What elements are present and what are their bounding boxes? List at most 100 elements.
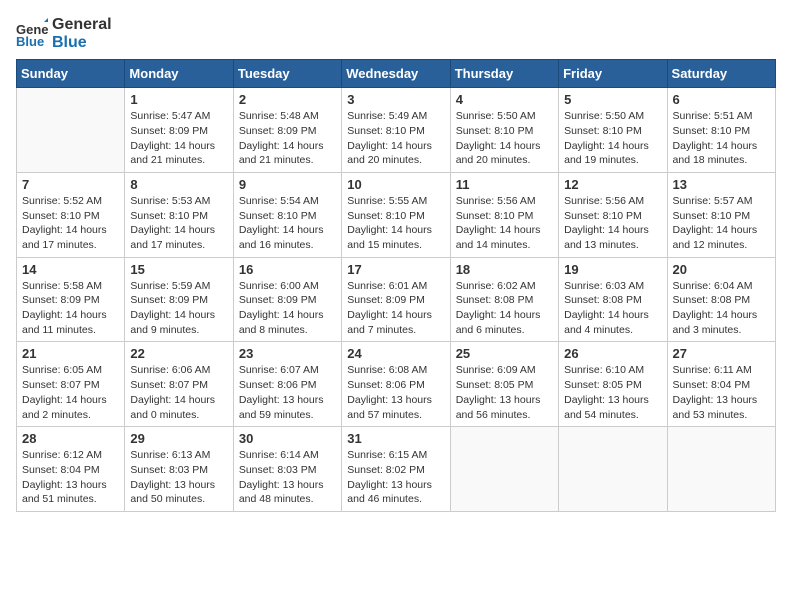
day-info: Sunrise: 6:09 AM Sunset: 8:05 PM Dayligh… [456, 363, 553, 422]
calendar-cell: 3 Sunrise: 5:49 AM Sunset: 8:10 PM Daylig… [342, 88, 450, 173]
calendar-week-row: 1Sunrise: 5:47 AM Sunset: 8:09 PM Daylig… [17, 88, 776, 173]
day-number: 4 [456, 92, 553, 107]
calendar-week-row: 28Sunrise: 6:12 AM Sunset: 8:04 PM Dayli… [17, 427, 776, 512]
day-info: Sunrise: 5:49 AM Sunset: 8:10 PM Dayligh… [347, 109, 444, 168]
day-info: Sunrise: 5:48 AM Sunset: 8:09 PM Dayligh… [239, 109, 336, 168]
day-number: 13 [673, 177, 770, 192]
weekday-header-friday: Friday [559, 60, 667, 88]
calendar-cell: 12 Sunrise: 5:56 AM Sunset: 8:10 PM Dayli… [559, 172, 667, 257]
calendar-cell: 1Sunrise: 5:47 AM Sunset: 8:09 PM Daylig… [125, 88, 233, 173]
day-number: 25 [456, 346, 553, 361]
day-number: 20 [673, 262, 770, 277]
calendar-cell: 11 Sunrise: 5:56 AM Sunset: 8:10 PM Dayli… [450, 172, 558, 257]
day-info: Sunrise: 6:01 AM Sunset: 8:09 PM Dayligh… [347, 279, 444, 338]
calendar-cell: 8 Sunrise: 5:53 AM Sunset: 8:10 PM Daylig… [125, 172, 233, 257]
day-info: Sunrise: 5:56 AM Sunset: 8:10 PM Dayligh… [564, 194, 661, 253]
weekday-header-sunday: Sunday [17, 60, 125, 88]
day-number: 16 [239, 262, 336, 277]
calendar-cell: 16 Sunrise: 6:00 AM Sunset: 8:09 PM Dayli… [233, 257, 341, 342]
day-info: Sunrise: 5:56 AM Sunset: 8:10 PM Dayligh… [456, 194, 553, 253]
weekday-header-monday: Monday [125, 60, 233, 88]
weekday-header-tuesday: Tuesday [233, 60, 341, 88]
day-info: Sunrise: 6:02 AM Sunset: 8:08 PM Dayligh… [456, 279, 553, 338]
day-info: Sunrise: 5:55 AM Sunset: 8:10 PM Dayligh… [347, 194, 444, 253]
day-info: Sunrise: 6:06 AM Sunset: 8:07 PM Dayligh… [130, 363, 227, 422]
calendar-cell: 24 Sunrise: 6:08 AM Sunset: 8:06 PM Dayli… [342, 342, 450, 427]
day-info: Sunrise: 6:14 AM Sunset: 8:03 PM Dayligh… [239, 448, 336, 507]
day-number: 8 [130, 177, 227, 192]
day-info: Sunrise: 6:13 AM Sunset: 8:03 PM Dayligh… [130, 448, 227, 507]
day-number: 26 [564, 346, 661, 361]
day-info: Sunrise: 5:59 AM Sunset: 8:09 PM Dayligh… [130, 279, 227, 338]
calendar-cell: 10Sunrise: 5:55 AM Sunset: 8:10 PM Dayli… [342, 172, 450, 257]
day-info: Sunrise: 6:04 AM Sunset: 8:08 PM Dayligh… [673, 279, 770, 338]
calendar-cell: 17Sunrise: 6:01 AM Sunset: 8:09 PM Dayli… [342, 257, 450, 342]
weekday-header-saturday: Saturday [667, 60, 775, 88]
logo-general-text: General [52, 16, 112, 34]
calendar-cell: 30Sunrise: 6:14 AM Sunset: 8:03 PM Dayli… [233, 427, 341, 512]
calendar-cell: 21 Sunrise: 6:05 AM Sunset: 8:07 PM Dayli… [17, 342, 125, 427]
calendar-header: SundayMondayTuesdayWednesdayThursdayFrid… [17, 60, 776, 88]
day-number: 19 [564, 262, 661, 277]
day-number: 22 [130, 346, 227, 361]
calendar-cell: 28Sunrise: 6:12 AM Sunset: 8:04 PM Dayli… [17, 427, 125, 512]
calendar-cell: 26 Sunrise: 6:10 AM Sunset: 8:05 PM Dayli… [559, 342, 667, 427]
day-info: Sunrise: 6:07 AM Sunset: 8:06 PM Dayligh… [239, 363, 336, 422]
day-number: 18 [456, 262, 553, 277]
day-info: Sunrise: 6:00 AM Sunset: 8:09 PM Dayligh… [239, 279, 336, 338]
calendar-cell: 31Sunrise: 6:15 AM Sunset: 8:02 PM Dayli… [342, 427, 450, 512]
day-number: 12 [564, 177, 661, 192]
day-info: Sunrise: 6:08 AM Sunset: 8:06 PM Dayligh… [347, 363, 444, 422]
day-info: Sunrise: 6:11 AM Sunset: 8:04 PM Dayligh… [673, 363, 770, 422]
day-number: 5 [564, 92, 661, 107]
day-info: Sunrise: 5:47 AM Sunset: 8:09 PM Dayligh… [130, 109, 227, 168]
logo: General Blue General Blue [16, 16, 112, 51]
day-info: Sunrise: 5:52 AM Sunset: 8:10 PM Dayligh… [22, 194, 119, 253]
day-number: 3 [347, 92, 444, 107]
calendar-cell: 29 Sunrise: 6:13 AM Sunset: 8:03 PM Dayli… [125, 427, 233, 512]
logo-icon: General Blue [16, 18, 48, 50]
calendar-body: 1Sunrise: 5:47 AM Sunset: 8:09 PM Daylig… [17, 88, 776, 512]
calendar-cell: 22 Sunrise: 6:06 AM Sunset: 8:07 PM Dayli… [125, 342, 233, 427]
day-number: 31 [347, 431, 444, 446]
day-number: 21 [22, 346, 119, 361]
day-info: Sunrise: 5:53 AM Sunset: 8:10 PM Dayligh… [130, 194, 227, 253]
calendar-cell: 7 Sunrise: 5:52 AM Sunset: 8:10 PM Daylig… [17, 172, 125, 257]
calendar-cell: 4Sunrise: 5:50 AM Sunset: 8:10 PM Daylig… [450, 88, 558, 173]
day-info: Sunrise: 6:10 AM Sunset: 8:05 PM Dayligh… [564, 363, 661, 422]
day-info: Sunrise: 5:58 AM Sunset: 8:09 PM Dayligh… [22, 279, 119, 338]
day-number: 29 [130, 431, 227, 446]
day-number: 23 [239, 346, 336, 361]
weekday-header-row: SundayMondayTuesdayWednesdayThursdayFrid… [17, 60, 776, 88]
weekday-header-wednesday: Wednesday [342, 60, 450, 88]
weekday-header-thursday: Thursday [450, 60, 558, 88]
day-number: 24 [347, 346, 444, 361]
day-number: 11 [456, 177, 553, 192]
calendar-cell [559, 427, 667, 512]
day-number: 14 [22, 262, 119, 277]
day-info: Sunrise: 6:03 AM Sunset: 8:08 PM Dayligh… [564, 279, 661, 338]
calendar-cell: 20 Sunrise: 6:04 AM Sunset: 8:08 PM Dayli… [667, 257, 775, 342]
day-number: 27 [673, 346, 770, 361]
day-info: Sunrise: 5:50 AM Sunset: 8:10 PM Dayligh… [564, 109, 661, 168]
calendar-week-row: 21 Sunrise: 6:05 AM Sunset: 8:07 PM Dayli… [17, 342, 776, 427]
day-number: 9 [239, 177, 336, 192]
logo-blue-text: Blue [52, 34, 112, 52]
calendar-cell: 13 Sunrise: 5:57 AM Sunset: 8:10 PM Dayli… [667, 172, 775, 257]
day-info: Sunrise: 6:05 AM Sunset: 8:07 PM Dayligh… [22, 363, 119, 422]
calendar-cell: 5 Sunrise: 5:50 AM Sunset: 8:10 PM Daylig… [559, 88, 667, 173]
calendar-cell: 18 Sunrise: 6:02 AM Sunset: 8:08 PM Dayli… [450, 257, 558, 342]
calendar-week-row: 7 Sunrise: 5:52 AM Sunset: 8:10 PM Daylig… [17, 172, 776, 257]
calendar-cell: 9 Sunrise: 5:54 AM Sunset: 8:10 PM Daylig… [233, 172, 341, 257]
day-number: 7 [22, 177, 119, 192]
calendar-cell: 27 Sunrise: 6:11 AM Sunset: 8:04 PM Dayli… [667, 342, 775, 427]
day-info: Sunrise: 5:54 AM Sunset: 8:10 PM Dayligh… [239, 194, 336, 253]
day-number: 28 [22, 431, 119, 446]
calendar-cell: 23 Sunrise: 6:07 AM Sunset: 8:06 PM Dayli… [233, 342, 341, 427]
page-header: General Blue General Blue [16, 16, 776, 51]
calendar-cell: 2Sunrise: 5:48 AM Sunset: 8:09 PM Daylig… [233, 88, 341, 173]
day-info: Sunrise: 5:57 AM Sunset: 8:10 PM Dayligh… [673, 194, 770, 253]
calendar-table: SundayMondayTuesdayWednesdayThursdayFrid… [16, 59, 776, 512]
calendar-cell: 6Sunrise: 5:51 AM Sunset: 8:10 PM Daylig… [667, 88, 775, 173]
calendar-cell [667, 427, 775, 512]
